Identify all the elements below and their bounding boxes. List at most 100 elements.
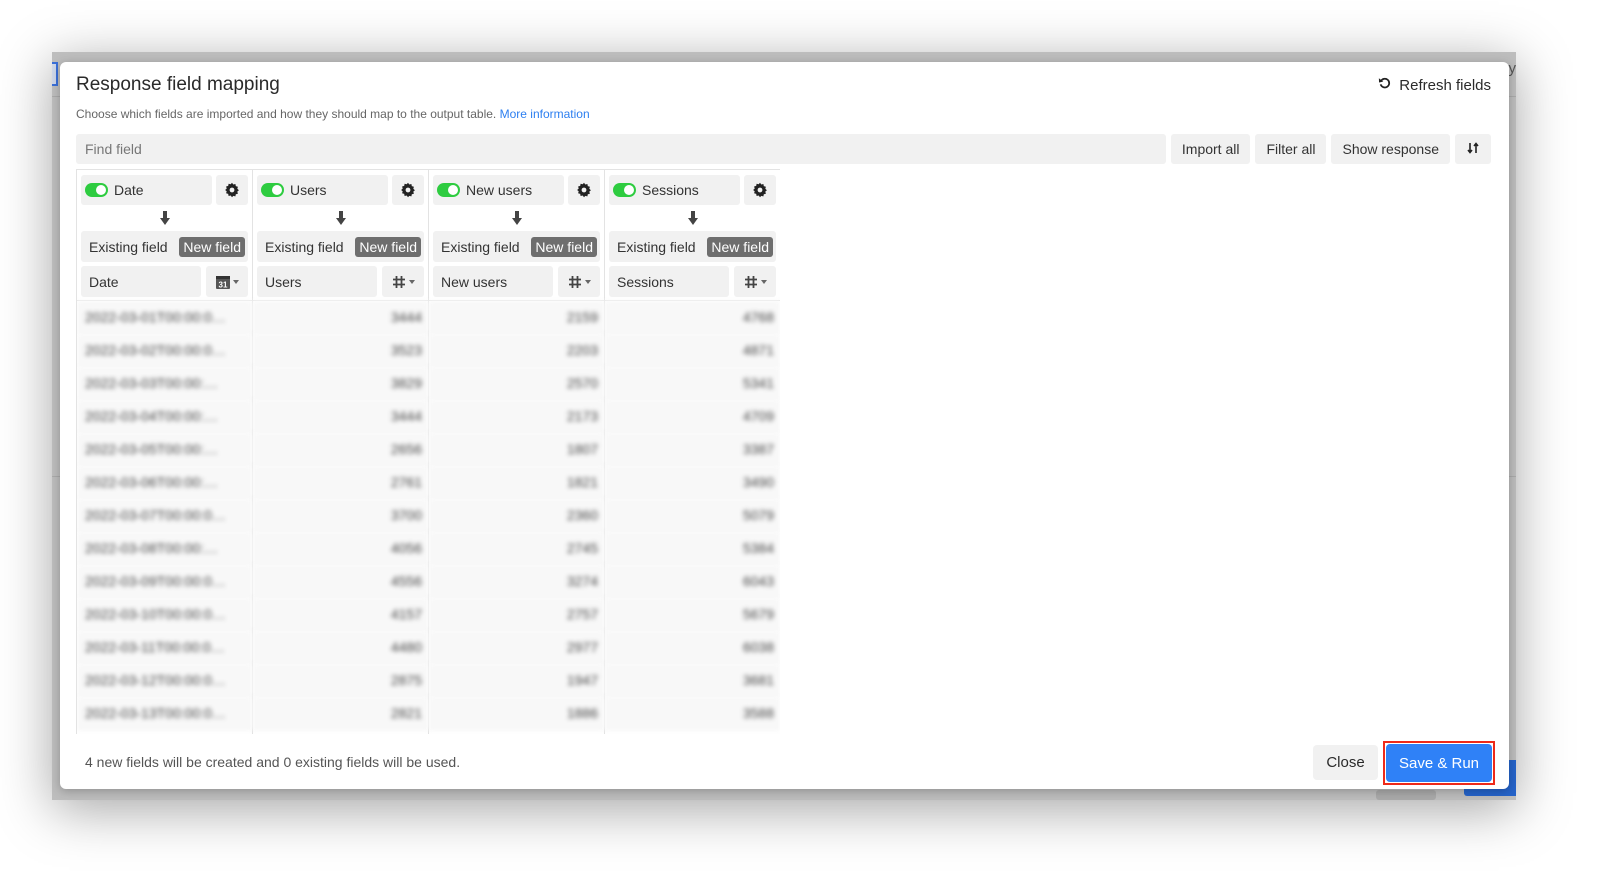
dialog-description: Choose which fields are imported and how… bbox=[76, 107, 497, 121]
preview-cell: 2203 bbox=[429, 334, 604, 367]
preview-cell: 4056 bbox=[253, 532, 428, 565]
dialog-subtitle: Choose which fields are imported and how… bbox=[76, 107, 590, 121]
import-toggle[interactable] bbox=[261, 183, 284, 197]
arrow-down-icon bbox=[159, 211, 170, 225]
field-column: Date Existing field New field Date 31 20… bbox=[77, 170, 253, 734]
source-field-name: Date bbox=[114, 182, 144, 198]
new-field-option[interactable]: New field bbox=[179, 236, 245, 257]
preview-cell: 2821 bbox=[253, 697, 428, 730]
field-type-dropdown[interactable] bbox=[558, 266, 600, 297]
response-field-mapping-dialog: Response field mapping Choose which fiel… bbox=[60, 62, 1509, 789]
import-toggle[interactable] bbox=[613, 183, 636, 197]
import-all-button[interactable]: Import all bbox=[1170, 134, 1251, 164]
number-icon bbox=[744, 275, 758, 289]
preview-cell: 6043 bbox=[605, 565, 780, 598]
preview-cell: 2761 bbox=[253, 466, 428, 499]
preview-cell: 2977 bbox=[429, 631, 604, 664]
field-type-dropdown[interactable] bbox=[382, 266, 424, 297]
preview-cell: 2875 bbox=[253, 664, 428, 697]
svg-text:31: 31 bbox=[218, 280, 227, 289]
preview-cell: 2022-03-01T00:00:0… bbox=[77, 301, 252, 334]
new-field-option[interactable]: New field bbox=[707, 236, 773, 257]
destination-field-name[interactable]: Date bbox=[81, 266, 201, 297]
refresh-icon bbox=[1378, 76, 1392, 94]
preview-cell: 2022-03-11T00:00:0… bbox=[77, 631, 252, 664]
preview-cell: 2022-03-06T00:00:… bbox=[77, 466, 252, 499]
background-button bbox=[1376, 790, 1436, 800]
preview-cell: 3588 bbox=[605, 697, 780, 730]
mapping-mode-switch: Existing field New field bbox=[609, 231, 776, 262]
refresh-fields-label: Refresh fields bbox=[1399, 76, 1491, 94]
preview-cell: 4556 bbox=[253, 565, 428, 598]
preview-cell: 5341 bbox=[605, 367, 780, 400]
field-column-header: Users Existing field New field Users bbox=[253, 170, 428, 301]
preview-cell: 2656 bbox=[253, 433, 428, 466]
preview-cell: 2022-03-10T00:00:0… bbox=[77, 598, 252, 631]
preview-cell: 2022-03-07T00:00:0… bbox=[77, 499, 252, 532]
field-column: Users Existing field New field Users 344… bbox=[253, 170, 429, 734]
preview-cell: 2022-03-13T00:00:0… bbox=[77, 697, 252, 730]
field-settings-button[interactable] bbox=[392, 175, 424, 205]
sort-button[interactable] bbox=[1455, 134, 1491, 164]
preview-cell: 1807 bbox=[429, 433, 604, 466]
mapping-mode-switch: Existing field New field bbox=[257, 231, 424, 262]
import-toggle[interactable] bbox=[85, 183, 108, 197]
field-settings-button[interactable] bbox=[568, 175, 600, 205]
destination-field-name[interactable]: Users bbox=[257, 266, 377, 297]
gear-icon bbox=[576, 182, 592, 198]
source-field: New users bbox=[433, 175, 564, 205]
refresh-fields-button[interactable]: Refresh fields bbox=[1378, 76, 1491, 94]
field-column-header: Sessions Existing field New field Sessio… bbox=[605, 170, 780, 301]
gear-icon bbox=[400, 182, 416, 198]
preview-cell: 2757 bbox=[429, 598, 604, 631]
number-icon bbox=[392, 275, 406, 289]
close-button[interactable]: Close bbox=[1313, 745, 1378, 780]
mapping-summary: 4 new fields will be created and 0 exist… bbox=[85, 754, 461, 770]
field-settings-button[interactable] bbox=[216, 175, 248, 205]
chevron-down-icon bbox=[232, 279, 239, 284]
more-information-link[interactable]: More information bbox=[500, 107, 590, 121]
source-field-name: New users bbox=[466, 182, 533, 198]
new-field-option[interactable]: New field bbox=[355, 236, 421, 257]
new-field-option[interactable]: New field bbox=[531, 236, 597, 257]
preview-cell: 2022-03-09T00:00:0… bbox=[77, 565, 252, 598]
show-response-button[interactable]: Show response bbox=[1331, 134, 1450, 164]
preview-cell: 3829 bbox=[253, 367, 428, 400]
sort-icon bbox=[1467, 141, 1479, 157]
existing-field-option[interactable]: Existing field bbox=[265, 239, 344, 255]
existing-field-option[interactable]: Existing field bbox=[617, 239, 696, 255]
toolbar: Import all Filter all Show response bbox=[76, 134, 1491, 164]
preview-cell: 6038 bbox=[605, 631, 780, 664]
source-field-name: Users bbox=[290, 182, 327, 198]
mapping-mode-switch: Existing field New field bbox=[81, 231, 248, 262]
save-and-run-button[interactable]: Save & Run bbox=[1386, 744, 1492, 782]
preview-cell: 3274 bbox=[429, 565, 604, 598]
gear-icon bbox=[752, 182, 768, 198]
dialog-title: Response field mapping bbox=[76, 74, 280, 95]
destination-field-name[interactable]: Sessions bbox=[609, 266, 729, 297]
filter-all-button[interactable]: Filter all bbox=[1255, 134, 1327, 164]
chevron-down-icon bbox=[760, 279, 767, 284]
preview-cell: 1947 bbox=[429, 664, 604, 697]
existing-field-option[interactable]: Existing field bbox=[441, 239, 520, 255]
arrow-down-icon bbox=[511, 211, 522, 225]
preview-cell: 2022-03-04T00:00:… bbox=[77, 400, 252, 433]
field-type-dropdown[interactable] bbox=[734, 266, 776, 297]
preview-cell: 3387 bbox=[605, 433, 780, 466]
preview-cell: 2022-03-08T00:00:… bbox=[77, 532, 252, 565]
existing-field-option[interactable]: Existing field bbox=[89, 239, 168, 255]
destination-field-name[interactable]: New users bbox=[433, 266, 553, 297]
field-column-header: Date Existing field New field Date 31 bbox=[77, 170, 252, 301]
preview-cell: 3490 bbox=[605, 466, 780, 499]
preview-cell: 2022-03-12T00:00:0… bbox=[77, 664, 252, 697]
find-field-input[interactable] bbox=[76, 134, 1166, 164]
field-column-header: New users Existing field New field New u… bbox=[429, 170, 604, 301]
chevron-down-icon bbox=[584, 279, 591, 284]
field-settings-button[interactable] bbox=[744, 175, 776, 205]
preview-cell: 2173 bbox=[429, 400, 604, 433]
chevron-down-icon bbox=[408, 279, 415, 284]
import-toggle[interactable] bbox=[437, 183, 460, 197]
field-type-dropdown[interactable]: 31 bbox=[206, 266, 248, 297]
preview-cell: 2022-03-02T00:00:0… bbox=[77, 334, 252, 367]
preview-cell: 2570 bbox=[429, 367, 604, 400]
